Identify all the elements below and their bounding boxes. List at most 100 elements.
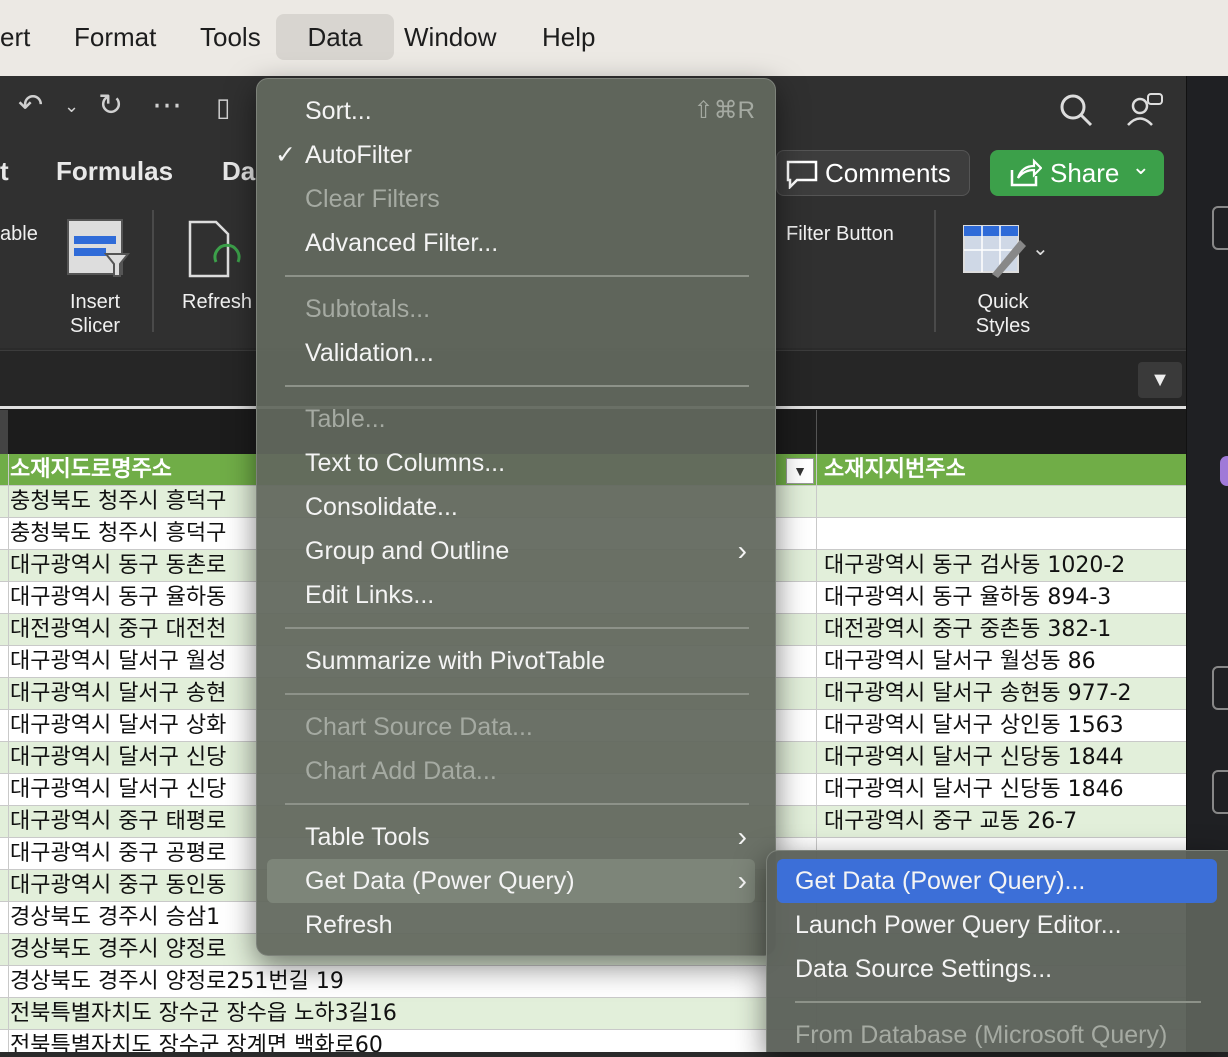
menu-tools[interactable]: Tools (200, 20, 261, 54)
comments-label: Comments (825, 157, 951, 188)
cell[interactable]: 대구광역시 달서구 월성동 86 (824, 646, 1096, 678)
menu-item-edit-links[interactable]: Edit Links... (305, 573, 434, 617)
menu-item-sort[interactable]: Sort... ⇧⌘R (305, 89, 755, 133)
chevron-down-icon[interactable]: ⌄ (1032, 236, 1049, 261)
share-label: Share (1050, 157, 1120, 188)
cell[interactable]: 대구광역시 중구 태평로 (10, 806, 226, 838)
quick-styles-button[interactable]: Quick Styles (960, 290, 1046, 338)
tab-layout[interactable]: t (0, 156, 9, 187)
ribbon-separator (934, 210, 936, 332)
chevron-down-icon[interactable]: ⌄ (64, 96, 79, 117)
menu-item-subtotals: Subtotals... (305, 295, 431, 323)
filter-button-option[interactable]: Filter Button (786, 222, 894, 246)
comments-button[interactable]: Comments (776, 150, 970, 196)
panel-icon[interactable] (1212, 206, 1228, 250)
table-label[interactable]: able (0, 222, 38, 246)
document-icon[interactable]: ▯ (216, 92, 230, 123)
cell[interactable]: 대구광역시 달서구 신당 (10, 774, 226, 806)
redo-icon[interactable]: ↻ (98, 88, 123, 123)
submenu-item-get-data[interactable]: Get Data (Power Query)... (777, 859, 1217, 903)
column-divider (816, 410, 817, 454)
submenu-item-data-source-settings[interactable]: Data Source Settings... (795, 947, 1052, 991)
cell[interactable]: 대구광역시 달서구 신당 (10, 742, 226, 774)
search-icon[interactable] (1058, 92, 1094, 128)
menu-item-autofilter[interactable]: AutoFilter (305, 133, 412, 177)
menu-item-chart-add-data: Chart Add Data... (305, 757, 497, 785)
cell[interactable]: 대구광역시 중구 교동 26-7 (824, 806, 1077, 838)
cell[interactable]: 대구광역시 달서구 상화 (10, 710, 226, 742)
menu-item-refresh[interactable]: Refresh (305, 903, 393, 947)
cell[interactable]: 전북특별자치도 장수군 장계면 백화로60 (10, 1030, 383, 1052)
menu-item-advanced-filter[interactable]: Advanced Filter... (305, 221, 498, 265)
refresh-icon (188, 220, 241, 278)
menu-item-consolidate[interactable]: Consolidate... (305, 485, 458, 529)
cell[interactable]: 전북특별자치도 장수군 장수읍 노하3길16 (10, 998, 397, 1030)
chevron-right-icon: › (737, 821, 747, 852)
ribbon-separator (152, 210, 154, 332)
menu-separator (795, 1001, 1201, 1003)
chevron-right-icon: › (737, 865, 747, 896)
formula-expand-button[interactable]: ▼ (1138, 362, 1182, 398)
collaborate-icon[interactable] (1124, 92, 1164, 128)
menu-bar: ert Format Tools Data Window Help (0, 0, 1228, 76)
row-header-corner (0, 410, 8, 454)
cell[interactable]: 대구광역시 달서구 신당동 1844 (824, 742, 1124, 774)
insert-slicer-button[interactable]: Insert Slicer (52, 290, 138, 338)
menu-item-summarize-pivottable[interactable]: Summarize with PivotTable (305, 639, 605, 683)
tab-data[interactable]: Da (222, 156, 255, 187)
tab-formulas[interactable]: Formulas (56, 156, 173, 187)
cell[interactable]: 대전광역시 중구 대전천 (10, 614, 226, 646)
cell[interactable]: 대구광역시 동구 율하동 894-3 (824, 582, 1111, 614)
menu-format[interactable]: Format (74, 20, 156, 54)
cell[interactable]: 대구광역시 동구 동촌로 (10, 550, 226, 582)
cell[interactable]: 대구광역시 달서구 신당동 1846 (824, 774, 1124, 806)
cell[interactable]: 대구광역시 달서구 송현동 977-2 (824, 678, 1132, 710)
cell[interactable]: 경상북도 경주시 승삼1 (10, 902, 220, 934)
cell[interactable]: 대전광역시 중구 중촌동 382-1 (824, 614, 1111, 646)
menu-data[interactable]: Data (276, 14, 394, 60)
share-button[interactable]: Share ⌄ (990, 150, 1164, 196)
menu-item-text-to-columns[interactable]: Text to Columns... (305, 441, 505, 485)
cell[interactable]: 경상북도 경주시 양정로 (10, 934, 226, 966)
panel-icon[interactable] (1212, 770, 1228, 814)
submenu-item-launch-power-query-editor[interactable]: Launch Power Query Editor... (795, 903, 1122, 947)
menu-item-table-tools[interactable]: Table Tools (305, 815, 430, 859)
menu-item-validation[interactable]: Validation... (305, 331, 434, 375)
header-cell-road-address[interactable]: 소재지도로명주소 (10, 454, 172, 486)
cell[interactable]: 경상북도 경주시 양정로251번길 19 (10, 966, 344, 998)
more-icon[interactable]: ⋯ (152, 88, 182, 123)
data-menu: Sort... ⇧⌘R ✓ AutoFilter Clear Filters A… (256, 78, 776, 956)
cell[interactable]: 충청북도 청주시 흥덕구 (10, 486, 226, 518)
header-cell-lot-address[interactable]: 소재지지번주소 (824, 454, 966, 486)
cell[interactable]: 대구광역시 동구 율하동 (10, 582, 226, 614)
cell[interactable]: 충청북도 청주시 흥덕구 (10, 518, 226, 550)
menu-separator (285, 385, 749, 387)
quick-styles-icon (963, 225, 1026, 278)
chevron-down-icon[interactable]: ⌄ (1132, 154, 1150, 180)
cell[interactable]: 대구광역시 중구 동인동 (10, 870, 226, 902)
menu-item-chart-source-data: Chart Source Data... (305, 713, 533, 741)
menu-separator (285, 275, 749, 277)
share-icon (1010, 158, 1042, 187)
cell[interactable]: 대구광역시 달서구 상인동 1563 (824, 710, 1124, 742)
cell[interactable]: 대구광역시 달서구 월성 (10, 646, 226, 678)
undo-icon[interactable]: ↶ (18, 88, 43, 123)
menu-help[interactable]: Help (542, 20, 595, 54)
filter-dropdown-button[interactable]: ▼ (786, 458, 814, 484)
cell[interactable]: 대구광역시 중구 공평로 (10, 838, 226, 870)
menu-window[interactable]: Window (404, 20, 496, 54)
slicer-icon (67, 219, 130, 277)
submenu-item-from-database: From Database (Microsoft Query) (795, 1021, 1168, 1049)
panel-icon[interactable] (1212, 666, 1228, 710)
cell[interactable]: 대구광역시 동구 검사동 1020-2 (824, 550, 1125, 582)
comment-icon (786, 160, 818, 189)
menu-insert[interactable]: ert (0, 20, 30, 54)
shortcut-label: ⇧⌘R (693, 97, 755, 124)
cell[interactable]: 대구광역시 달서구 송현 (10, 678, 226, 710)
refresh-button[interactable]: Refresh (182, 290, 252, 314)
chevron-right-icon: › (737, 535, 747, 566)
gridline (8, 454, 9, 1052)
avatar[interactable] (1220, 456, 1228, 486)
menu-item-group-and-outline[interactable]: Group and Outline (305, 529, 509, 573)
menu-item-get-data-power-query[interactable]: Get Data (Power Query) (267, 859, 755, 903)
